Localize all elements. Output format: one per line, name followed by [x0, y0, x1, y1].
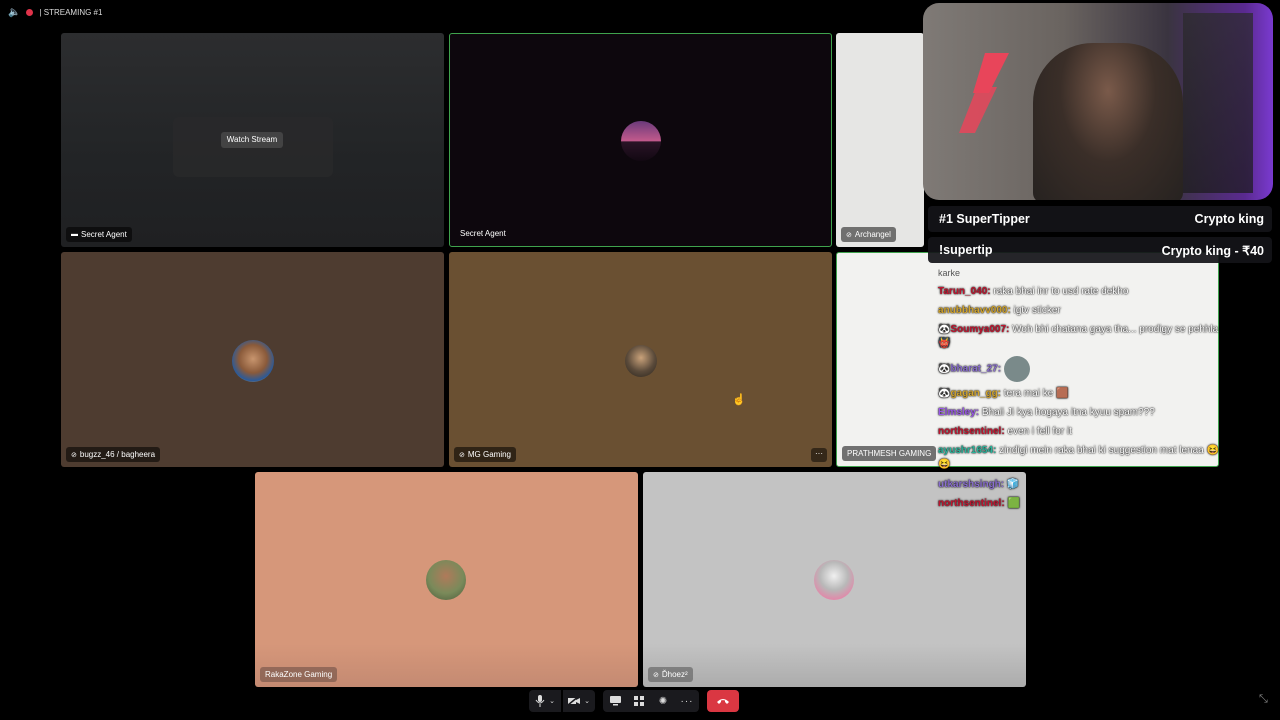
panda-emote-icon: 🐼 — [938, 388, 951, 399]
streamer-silhouette — [1033, 43, 1183, 200]
microphone-icon — [535, 695, 545, 707]
sticker-emote-icon: 🟩 — [1007, 498, 1020, 509]
chat-message: ayushr1654: zindigi mein raka bhai ki su… — [938, 445, 1219, 470]
stream-tile-secret-agent-1[interactable]: Watch Stream ▬ Secret Agent — [61, 33, 444, 247]
watch-stream-button[interactable]: Watch Stream — [221, 132, 283, 148]
chevron-down-icon: ⌄ — [549, 698, 555, 705]
tile-name-label: PRATHMESH GAMING — [842, 446, 937, 461]
supertip-value: Crypto king - ₹40 — [1161, 243, 1264, 258]
chat-overlay: karke Tarun_040: raka bhai inr to usd ra… — [938, 266, 1248, 516]
cursor-hand-icon: ☝ — [732, 394, 746, 406]
stream-tile-bugzz[interactable]: ⊘ bugzz_46 / bagheera — [61, 252, 444, 467]
camera-button[interactable]: ⌄ — [563, 690, 595, 712]
streamer-webcam — [923, 3, 1273, 200]
more-button[interactable]: ··· — [675, 690, 699, 712]
chat-message: utkarshsingh: 🧊 — [938, 479, 1020, 490]
panda-emote-icon: 🐼 — [938, 363, 951, 375]
more-options-button[interactable]: ··· — [811, 448, 827, 462]
laugh-emote-icon: 😆 — [938, 459, 951, 470]
stream-tile-archangel[interactable]: ⊘ Archangel — [836, 33, 924, 247]
screen-share-icon — [609, 696, 621, 706]
mic-muted-icon: ⊘ — [71, 451, 77, 459]
speaker-icon[interactable]: 🔈 — [8, 7, 20, 18]
user-avatar — [621, 121, 661, 161]
super-tipper-title: #1 SuperTipper — [939, 212, 1030, 226]
tile-name-label: ⊘ Archangel — [841, 227, 896, 242]
stream-tile-secret-agent-2[interactable]: Secret Agent — [449, 33, 832, 247]
grid-icon — [634, 696, 644, 706]
chat-message: 🐼bharat_27: — [938, 356, 1248, 382]
mic-muted-icon: ⊘ — [846, 231, 852, 239]
camera-off-icon — [568, 696, 581, 706]
chevron-down-icon: ⌄ — [584, 698, 590, 705]
brand-logo-icon — [955, 53, 1009, 133]
user-avatar — [232, 340, 274, 382]
fullscreen-exit-icon[interactable]: ⤡ — [1259, 693, 1271, 705]
chat-message: anubbhavv000: igtv sticker — [938, 305, 1061, 316]
sticker-emote-icon: 🟫 — [1056, 388, 1069, 399]
sticker-emote-icon: 🧊 — [1006, 479, 1020, 490]
chat-message: Tarun_040: raka bhai inr to usd rate dek… — [938, 286, 1129, 297]
chat-message: karke — [938, 268, 961, 278]
tile-name-label: ⊘ Ďhoez² — [648, 667, 693, 682]
devil-emote-icon: 👹 — [938, 338, 951, 349]
tile-name-label: ⊘ MG Gaming — [454, 447, 516, 462]
super-tipper-banner: #1 SuperTipper Crypto king — [928, 206, 1272, 232]
stream-tile-mg-gaming[interactable]: ☝ ⊘ MG Gaming ··· — [449, 252, 832, 467]
share-screen-button[interactable] — [603, 690, 627, 712]
chat-message: northsentinel: even i fell for it — [938, 426, 1072, 437]
user-avatar — [625, 345, 657, 377]
more-dots-icon: ··· — [680, 695, 694, 707]
panda-emote-icon: 🐼 — [938, 324, 951, 335]
soundboard-button[interactable]: ✺ — [651, 690, 675, 712]
chat-message: northsentinel: 🟩 — [938, 498, 1020, 509]
stream-title: | STREAMING #1 — [39, 7, 103, 17]
supertip-banner: !supertip Crypto king - ₹40 — [928, 237, 1272, 263]
user-avatar — [426, 560, 466, 600]
hang-up-icon — [717, 699, 729, 704]
tile-name-label: RakaZone Gaming — [260, 667, 338, 682]
laugh-emote-icon: 😆 — [1206, 445, 1219, 456]
microphone-button[interactable]: ⌄ — [529, 690, 561, 712]
sticker-emote-icon — [1003, 356, 1030, 382]
screen-share-icon: ▬ — [71, 231, 78, 238]
activities-button[interactable] — [627, 690, 651, 712]
tile-name-label: ⊘ bugzz_46 / bagheera — [66, 447, 161, 462]
mic-muted-icon: ⊘ — [653, 671, 659, 679]
mic-muted-icon: ⊘ — [459, 451, 465, 459]
super-tipper-name: Crypto king — [1194, 212, 1264, 226]
chat-message: 🐼gagan_gg: tera mai ke 🟫 — [938, 388, 1069, 399]
soundboard-icon: ✺ — [658, 695, 668, 707]
chat-message: 🐼Soumya007: Woh bhi chatana gaya tha... … — [938, 324, 1219, 349]
live-dot-icon — [26, 8, 34, 16]
shelf-decoration — [1183, 13, 1253, 193]
user-avatar — [814, 560, 854, 600]
call-controls: ⌄ ⌄ ✺ ··· — [529, 689, 741, 713]
tile-name-label: ▬ Secret Agent — [66, 227, 132, 242]
disconnect-button[interactable] — [707, 690, 739, 712]
supertip-command: !supertip — [939, 243, 993, 257]
stream-tile-rakazone-gaming[interactable]: RakaZone Gaming — [255, 472, 638, 687]
tile-name-label: Secret Agent — [460, 229, 506, 238]
chat-message: Elmsley: Bhaii Ji kya hogaya itna kyuu s… — [938, 407, 1155, 418]
